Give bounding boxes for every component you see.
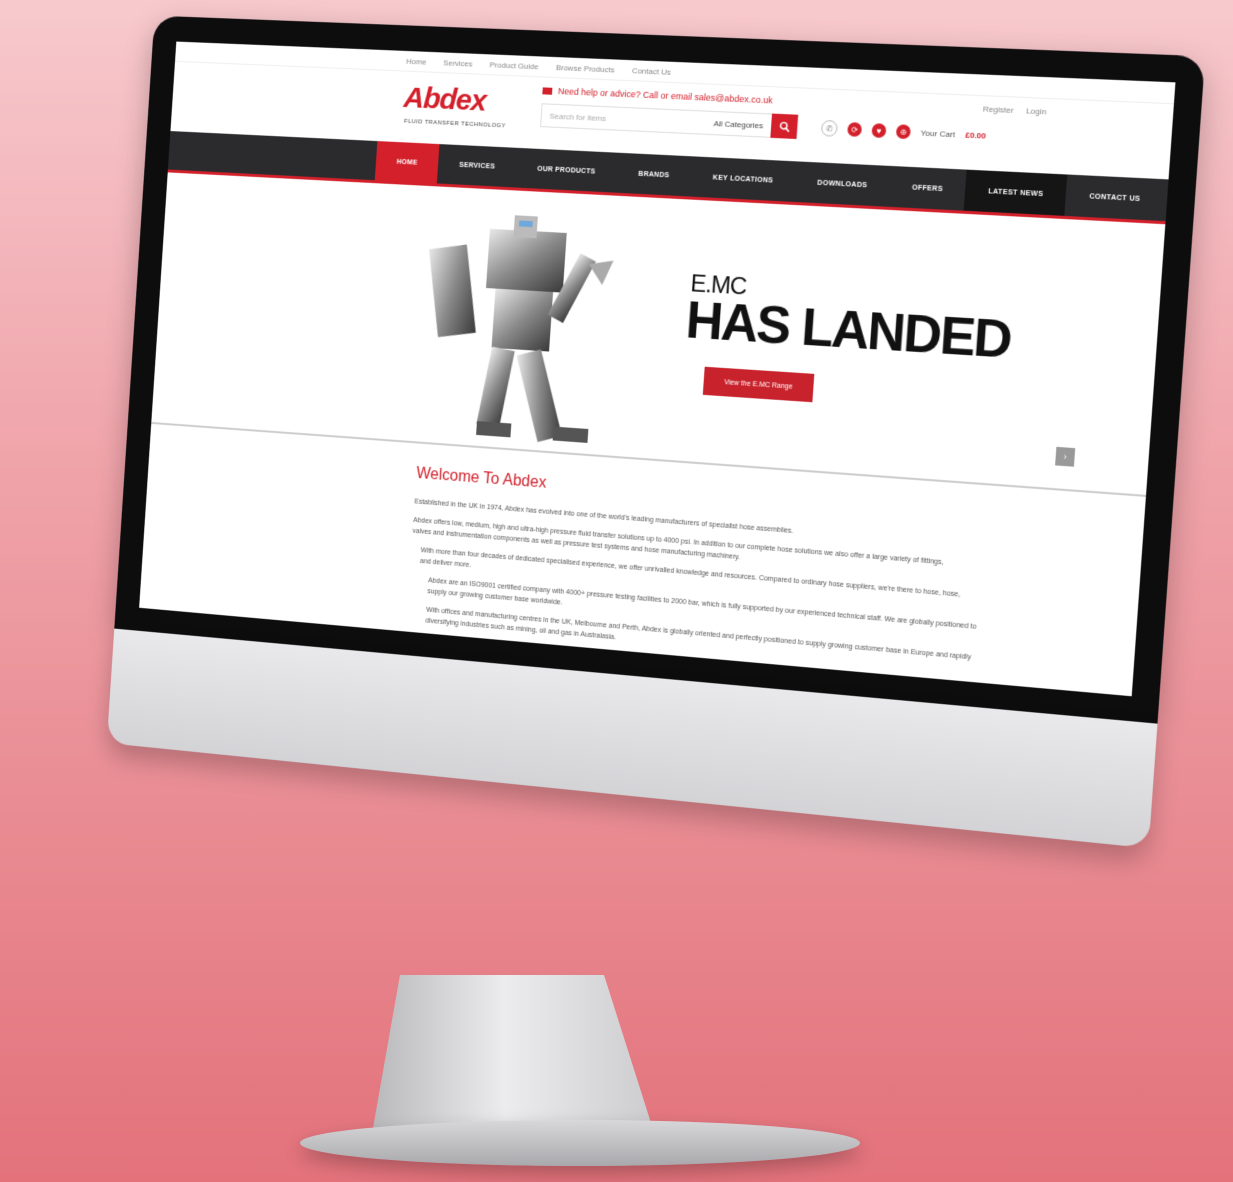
topbar-link-browse-products[interactable]: Browse Products [556, 63, 615, 74]
search-icon [778, 120, 790, 132]
nav-item-our-products[interactable]: Our Products [515, 148, 619, 193]
slider-next-arrow[interactable]: › [1055, 447, 1075, 467]
topbar-link-contact[interactable]: Contact Us [632, 66, 671, 77]
nav-item-services[interactable]: Services [437, 144, 517, 187]
search-input[interactable]: Search for items [542, 111, 714, 128]
phone-icon[interactable]: ✆ [821, 120, 838, 137]
site-logo[interactable]: Abdex [403, 81, 487, 118]
login-link[interactable]: Login [1026, 106, 1047, 116]
compare-icon[interactable]: ⟳ [847, 122, 862, 137]
imac-monitor: Home Services Product Guide Browse Produ… [104, 16, 1205, 890]
promo-banner: Need help or advice? Call or email sales… [542, 85, 773, 105]
nav-item-latest-news[interactable]: Latest News [964, 170, 1068, 216]
nav-item-key-locations[interactable]: Key Locations [690, 156, 797, 202]
monitor-bezel: Home Services Product Guide Browse Produ… [114, 16, 1205, 724]
envelope-icon [542, 87, 552, 94]
cart-icon[interactable]: ⊕ [896, 124, 911, 139]
logo-tagline: FLUID TRANSFER TECHNOLOGY [404, 119, 506, 130]
topbar-link-product-guide[interactable]: Product Guide [489, 60, 539, 71]
stage: Home Services Product Guide Browse Produ… [0, 0, 1233, 1182]
promo-text: Need help or advice? Call or email sales… [558, 86, 773, 105]
robot-hero-image [409, 205, 636, 456]
nav-item-contact-us[interactable]: Contact Us [1065, 175, 1165, 221]
wishlist-icon[interactable]: ♥ [871, 123, 886, 138]
topbar-link-services[interactable]: Services [443, 58, 473, 68]
account-links: Register Login [982, 104, 1046, 116]
hero-cta-button[interactable]: View the E.MC Range [703, 367, 815, 403]
search-button[interactable] [770, 114, 798, 139]
cart-label[interactable]: Your Cart [920, 128, 955, 139]
nav-item-home[interactable]: Home [375, 141, 440, 183]
hero-title: HAS LANDED [684, 290, 1013, 371]
topbar-link-home[interactable]: Home [406, 56, 427, 66]
register-link[interactable]: Register [982, 104, 1014, 115]
monitor-stand-base [300, 1120, 860, 1166]
nav-item-offers[interactable]: Offers [888, 166, 967, 211]
header-actions: ✆ ⟳ ♥ ⊕ Your Cart £0.00 [821, 120, 987, 144]
cart-total: £0.00 [965, 130, 986, 140]
search-bar[interactable]: Search for items All Categories [540, 103, 799, 139]
monitor-screen: Home Services Product Guide Browse Produ… [139, 42, 1175, 697]
nav-item-downloads[interactable]: Downloads [794, 161, 891, 206]
nav-item-brands[interactable]: Brands [616, 153, 693, 197]
search-category-select[interactable]: All Categories [713, 119, 771, 131]
